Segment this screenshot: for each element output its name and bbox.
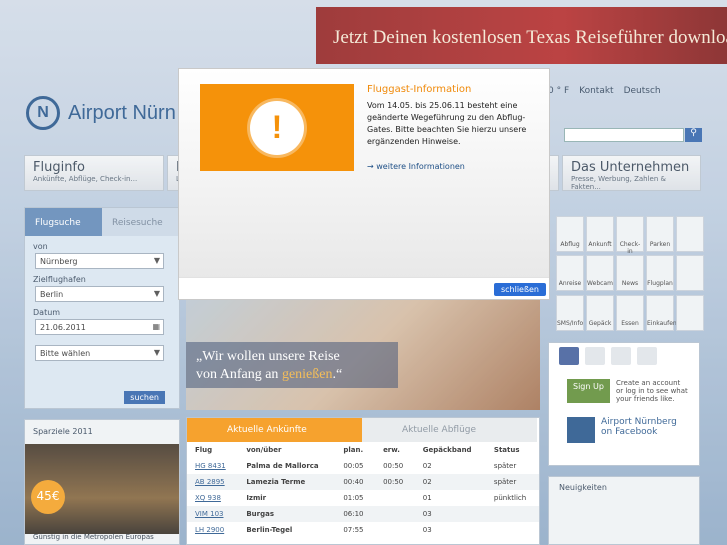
info-modal: ! Fluggast-Information Vom 14.05. bis 25… xyxy=(178,68,550,300)
modal-footer: schließen xyxy=(179,277,549,299)
modal-body: Vom 14.05. bis 25.06.11 besteht eine geä… xyxy=(367,101,527,146)
more-info-link[interactable]: → weitere Informationen xyxy=(367,162,465,171)
alert-banner: ! xyxy=(200,84,354,171)
close-button[interactable]: schließen xyxy=(493,283,546,296)
warning-icon: ! xyxy=(250,100,304,155)
modal-title: Fluggast-Information xyxy=(367,84,472,95)
arrow-right-icon: → xyxy=(367,162,374,171)
